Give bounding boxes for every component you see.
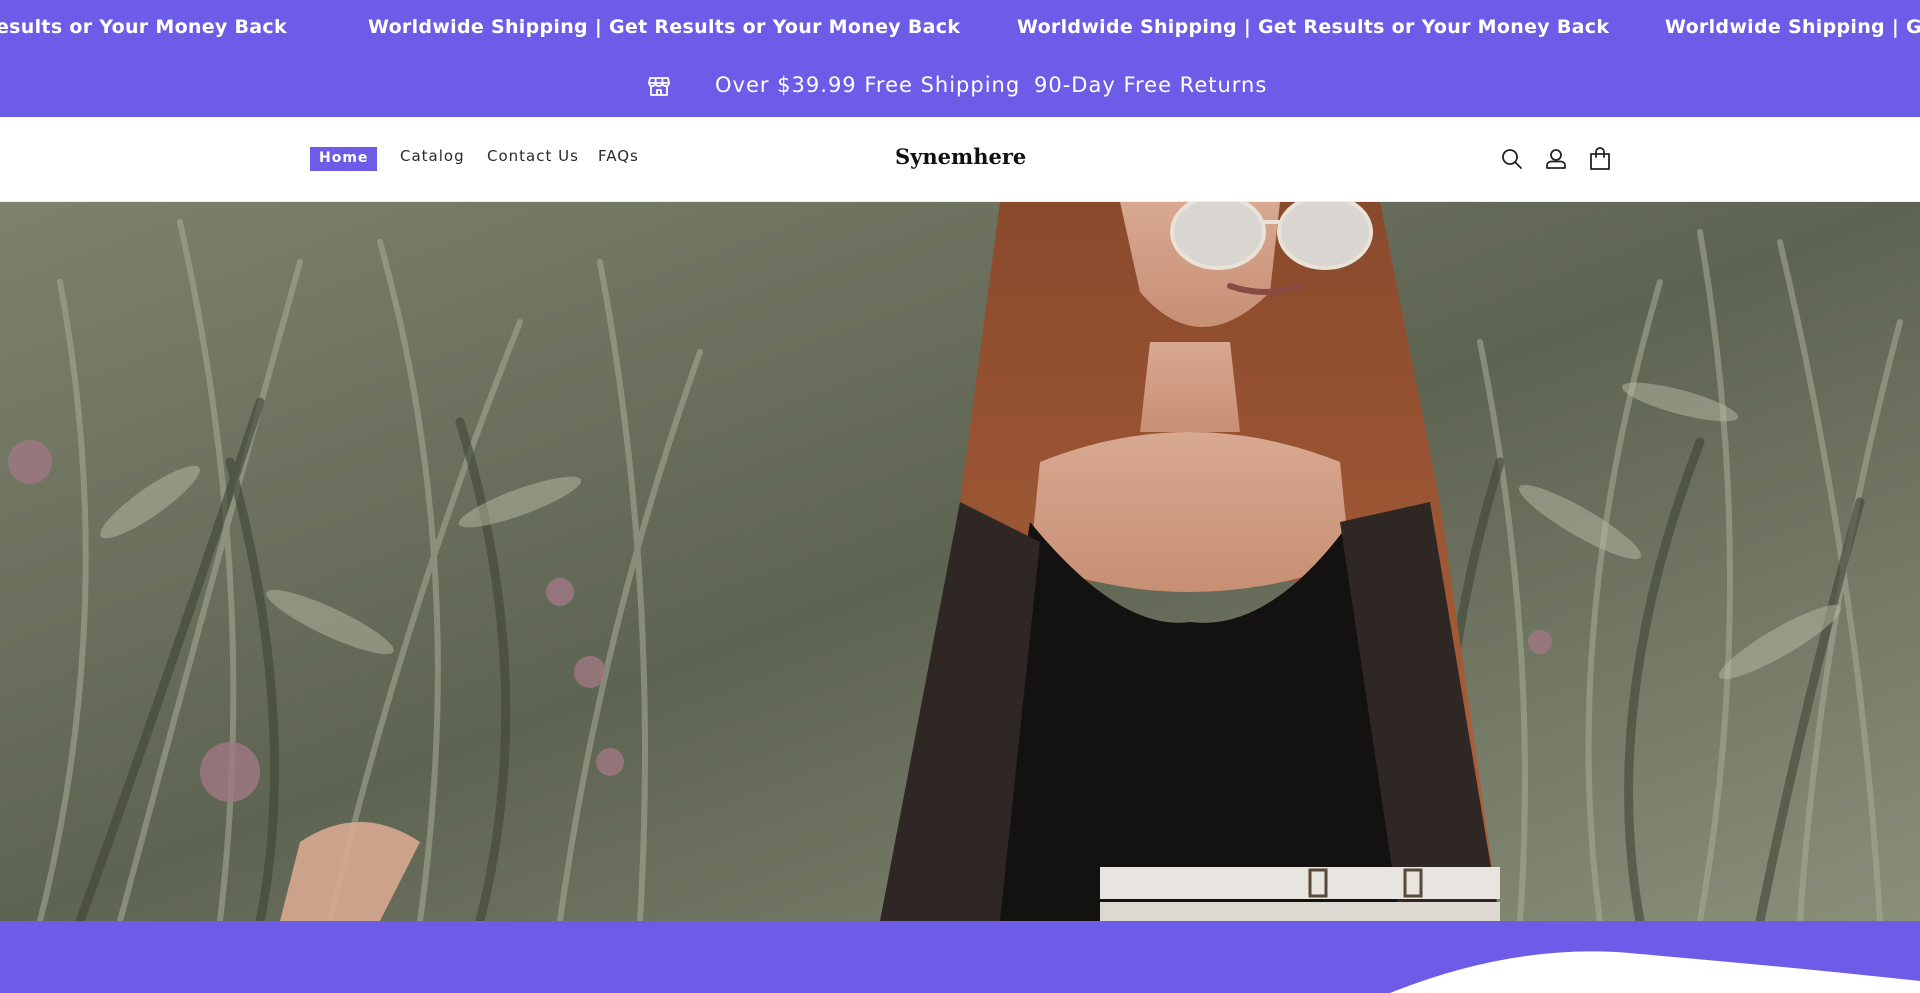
marquee-bar: esults or Your Money Back Worldwide Ship… (0, 0, 1920, 56)
marquee-item: Worldwide Shipping | Get Results or Your… (368, 16, 961, 38)
announcement-bar: Over $39.99 Free Shipping 90-Day Free Re… (0, 56, 1920, 117)
hero-banner (0, 202, 1920, 921)
hero-image (0, 202, 1920, 921)
wave-shape (1390, 951, 1920, 993)
free-returns-text: 90-Day Free Returns (1034, 73, 1268, 97)
marquee-item: esults or Your Money Back (0, 16, 287, 38)
nav-contact-link[interactable]: Contact Us (487, 147, 579, 165)
account-icon[interactable] (1543, 146, 1569, 172)
free-shipping-text: Over $39.99 Free Shipping (715, 73, 1021, 97)
nav-catalog-link[interactable]: Catalog (400, 147, 465, 165)
cart-icon[interactable] (1587, 146, 1613, 172)
store-icon (647, 74, 671, 98)
nav-faqs-link[interactable]: FAQs (598, 147, 639, 165)
marquee-item: Worldwide Shipping | Get (1665, 16, 1920, 38)
accent-band (0, 921, 1920, 993)
marquee-track: esults or Your Money Back Worldwide Ship… (0, 0, 1920, 56)
site-header: Home Catalog Contact Us FAQs Synemhere (0, 117, 1920, 202)
nav-home-link[interactable]: Home (310, 147, 378, 171)
search-icon[interactable] (1499, 146, 1525, 172)
marquee-item: Worldwide Shipping | Get Results or Your… (1017, 16, 1610, 38)
site-logo[interactable]: Synemhere (895, 144, 1026, 169)
